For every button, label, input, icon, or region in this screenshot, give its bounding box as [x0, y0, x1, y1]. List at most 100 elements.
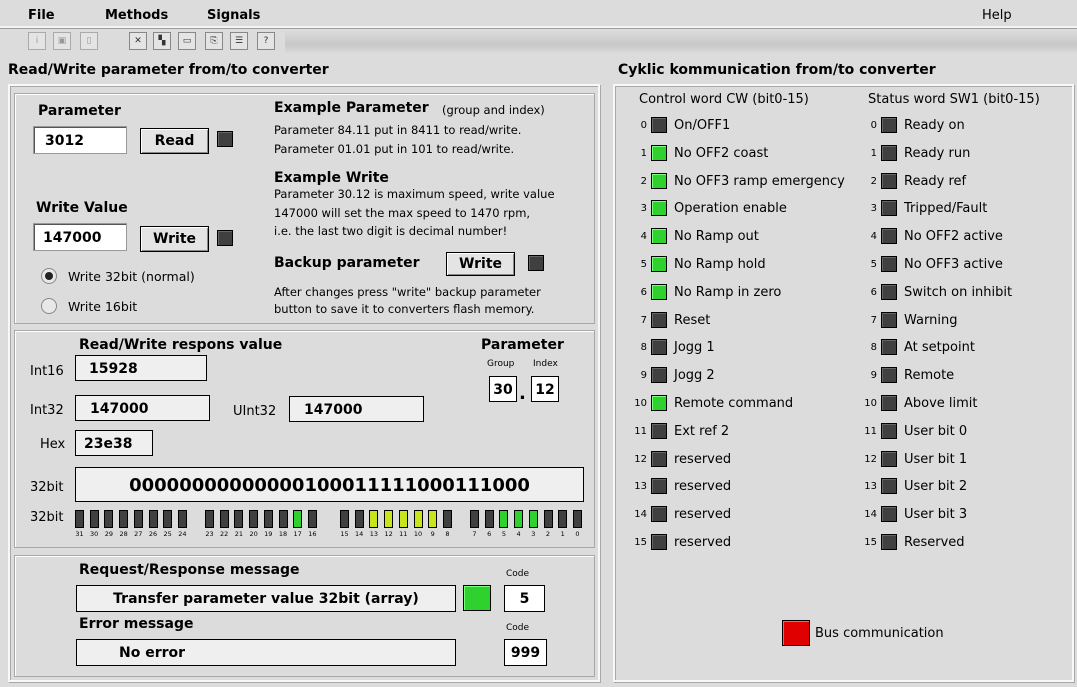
- backup-status-led: [528, 255, 544, 271]
- bit-led: [528, 510, 538, 528]
- binary-label: 32bit: [30, 480, 64, 495]
- bit-label: Warning: [904, 312, 958, 328]
- bit-number: 0: [640, 120, 647, 131]
- bit-number: 31: [75, 530, 84, 538]
- bit-led: [249, 510, 259, 528]
- binary-value: 00000000000000100011111000111000: [75, 467, 584, 502]
- bit-number: 5: [870, 259, 877, 270]
- bit-status-led: [881, 172, 897, 189]
- info-icon[interactable]: i: [28, 32, 46, 50]
- bit-number: 21: [234, 530, 244, 538]
- bit-number: 11: [634, 425, 647, 437]
- bit-number: 7: [640, 314, 647, 326]
- int32-label: Int32: [30, 403, 64, 418]
- bit-number: 17: [293, 530, 302, 538]
- response-title: Read/Write respons value: [79, 337, 283, 353]
- radio-write-32bit[interactable]: [41, 268, 57, 284]
- bit-number: 9: [870, 370, 877, 382]
- write-value-input[interactable]: 147000: [33, 223, 127, 251]
- bit-label: User bit 2: [904, 479, 968, 495]
- bit-led: [543, 510, 553, 528]
- menu-help[interactable]: Help: [982, 8, 1012, 23]
- bit-status-led: [881, 395, 897, 411]
- image-icon[interactable]: ▣: [53, 32, 71, 50]
- bit-status-led: [881, 256, 897, 272]
- bit-led: [205, 510, 214, 528]
- bit-number: 24: [178, 530, 187, 538]
- bit-status-led: [651, 506, 667, 523]
- index-label: Index: [533, 359, 558, 369]
- bit-led: [278, 510, 288, 528]
- menu-file[interactable]: File: [28, 8, 55, 23]
- cw-title: Control word CW (bit0-15): [639, 92, 809, 107]
- bit-led: [293, 510, 303, 528]
- bit-status-led: [651, 172, 667, 189]
- bit-label: Ready on: [904, 118, 965, 133]
- bit-status-led: [881, 506, 897, 523]
- int16-label: Int16: [30, 364, 64, 379]
- hex-value: 23e38: [75, 430, 153, 456]
- bit-led: [263, 510, 273, 528]
- menu-methods[interactable]: Methods: [105, 8, 168, 23]
- bit-status-led: [651, 144, 667, 161]
- bit-number: 12: [864, 453, 877, 465]
- list-icon[interactable]: ☰: [230, 32, 248, 50]
- bit-label: No OFF2 coast: [674, 145, 769, 161]
- menu-signals[interactable]: Signals: [207, 8, 260, 23]
- bit-status-led: [881, 200, 897, 217]
- bit-label: No OFF3 ramp emergency: [674, 173, 845, 189]
- bit-status-led: [651, 283, 667, 300]
- bit-number: 14: [634, 509, 647, 521]
- write-button[interactable]: Write: [140, 226, 209, 252]
- bit-number: 2: [640, 175, 647, 187]
- document-icon[interactable]: ▯: [80, 32, 98, 50]
- radio-write-32bit-label: Write 32bit (normal): [68, 269, 195, 284]
- bit-number: 1: [640, 147, 647, 159]
- bit-number: 20: [249, 530, 258, 538]
- bit-status-led: [651, 395, 667, 411]
- bit-label: No Ramp out: [674, 229, 759, 245]
- example-write-title: Example Write: [274, 170, 389, 186]
- index-value: 12: [531, 376, 559, 402]
- copy-icon[interactable]: ⎘: [205, 32, 223, 50]
- uint32-value: 147000: [289, 396, 424, 422]
- cut-icon[interactable]: ✕: [129, 32, 147, 50]
- bit-label: Switch on inhibit: [904, 284, 1013, 300]
- bit-number: 1: [560, 530, 565, 538]
- code-label: Code: [506, 569, 530, 579]
- block-icon[interactable]: ▚: [153, 32, 171, 50]
- bit-number: 10: [864, 398, 877, 409]
- parameter-input[interactable]: 3012: [33, 126, 127, 154]
- bit-number: 8: [640, 342, 647, 354]
- bit-label: No Ramp in zero: [674, 284, 782, 300]
- bit-number: 2: [545, 530, 551, 538]
- bit-number: 13: [634, 481, 647, 493]
- bit-number: 25: [163, 530, 172, 538]
- bit-label: No OFF3 active: [904, 257, 1003, 272]
- help-icon[interactable]: ?: [257, 32, 275, 50]
- bus-communication-label: Bus communication: [815, 626, 944, 641]
- int16-value: 15928: [75, 355, 207, 381]
- radio-write-16bit[interactable]: [41, 298, 57, 314]
- bit-label: Above limit: [904, 396, 978, 411]
- bit-label: Operation enable: [674, 201, 787, 217]
- bit-label: Ready ref: [904, 173, 967, 189]
- menu-bar: File Methods Signals Help: [0, 0, 1077, 26]
- request-message: Transfer parameter value 32bit (array): [76, 585, 456, 612]
- bit-number: 7: [472, 530, 477, 538]
- bit-status-led: [881, 339, 897, 356]
- request-status-led: [463, 585, 491, 611]
- error-code-label: Code: [506, 623, 530, 633]
- bit-label: reserved: [674, 479, 732, 495]
- backup-write-button[interactable]: Write: [446, 252, 515, 276]
- read-button[interactable]: Read: [140, 128, 209, 154]
- bit-number: 14: [355, 530, 364, 538]
- bit-number: 4: [640, 231, 647, 243]
- int32-value: 147000: [75, 395, 210, 421]
- param-title: Parameter: [481, 337, 564, 353]
- uint32-label: UInt32: [233, 404, 277, 419]
- frame-icon[interactable]: ▭: [178, 32, 196, 50]
- bit-label: User bit 3: [904, 507, 968, 523]
- bit-number: 27: [134, 530, 143, 538]
- bit-number: 4: [870, 231, 877, 243]
